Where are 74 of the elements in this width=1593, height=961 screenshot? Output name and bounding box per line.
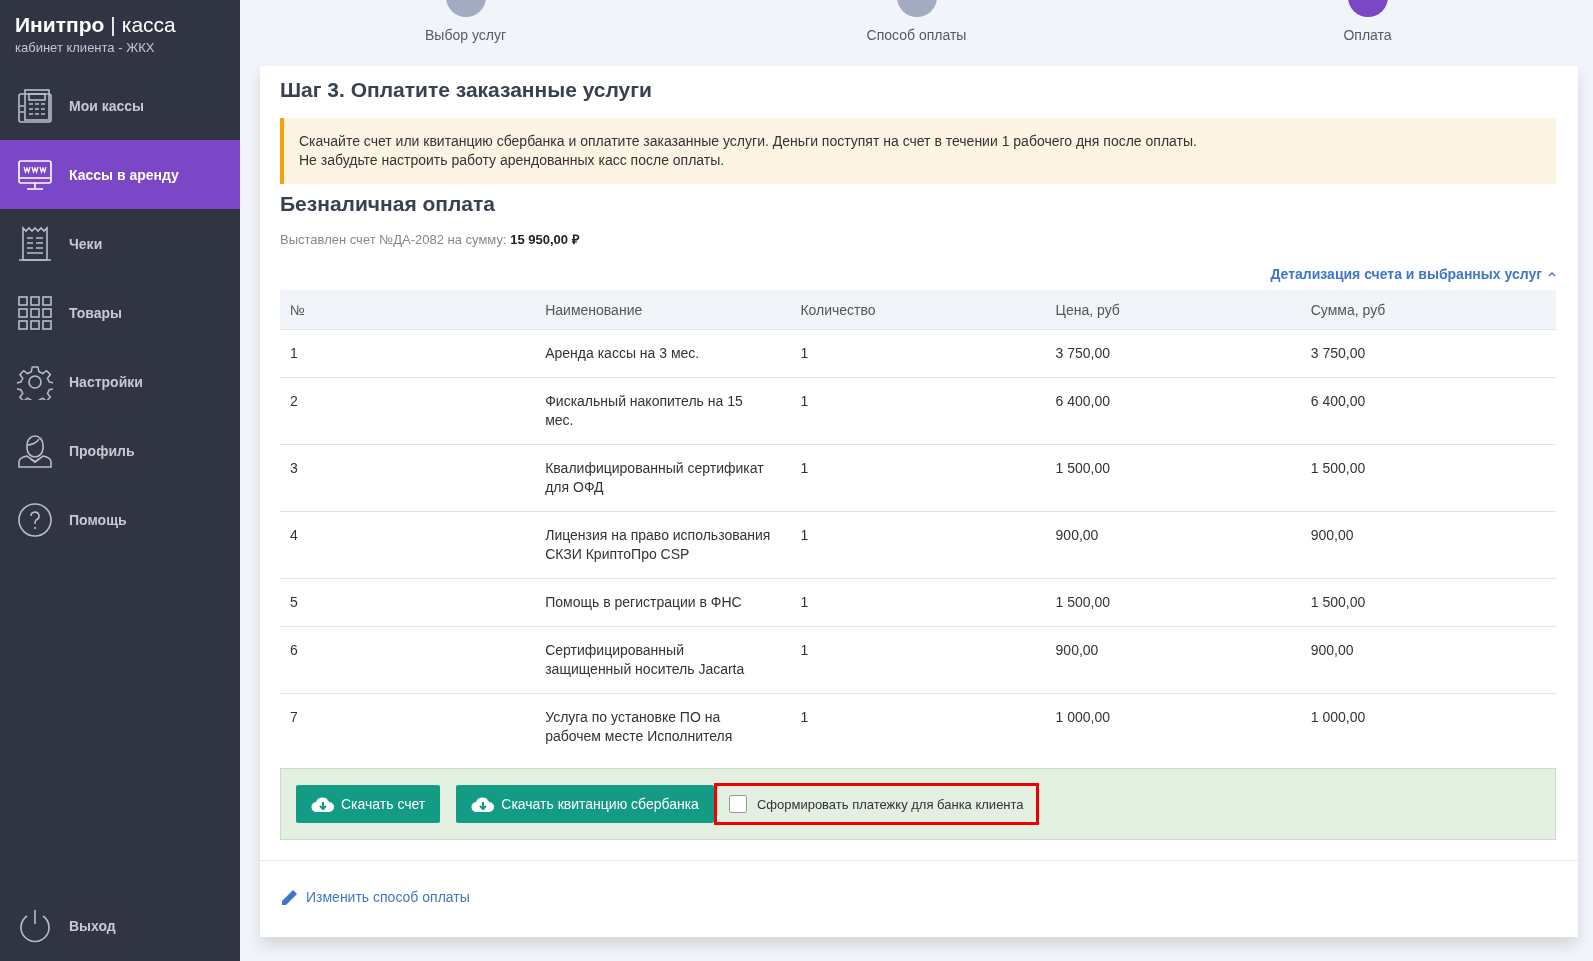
invoice-text: Выставлен счет №ДА-2082 на сумму: 15 950,00 ₽ — [280, 231, 581, 248]
step-label: Выбор услуг — [425, 27, 506, 43]
column-header: Сумма, руб — [1300, 290, 1556, 330]
table-cell: 900,00 — [1045, 511, 1301, 579]
sidebar-item[interactable]: Помощь — [0, 485, 240, 554]
sidebar-item[interactable]: Чеки — [0, 209, 240, 278]
table-cell: 6 400,00 — [1300, 377, 1556, 445]
grid-icon — [17, 294, 53, 331]
table-cell: 6 400,00 — [1045, 377, 1301, 445]
logo-separator: | — [110, 12, 116, 38]
column-header: Количество — [790, 290, 1046, 330]
sidebar-item[interactable]: Настройки — [0, 347, 240, 416]
table-cell: 6 — [280, 626, 536, 694]
info-alert: Скачайте счет или квитанцию сбербанка и оплатите заказанные услуги. Деньги поступят на счет в течении 1 рабочего дня после оплаты. Не забудьте настроить работу арендованных касс после оплаты. — [280, 118, 1556, 184]
power-icon — [17, 908, 53, 944]
table-cell: 3 750,00 — [1045, 329, 1301, 378]
table-cell: 1 000,00 — [1300, 693, 1556, 760]
table-cell: 1 — [790, 377, 1046, 445]
pencil-icon — [280, 887, 300, 907]
step-label: Оплата — [1343, 27, 1392, 43]
table-cell: Аренда кассы на 3 мес. — [535, 329, 791, 378]
cloud-download-icon — [311, 796, 335, 812]
table-cell: Сертифицированный защищенный носитель Jacarta — [535, 626, 791, 694]
logo-subtitle: кабинет клиента - ЖКХ — [15, 40, 156, 55]
table-cell: 1 500,00 — [1300, 578, 1556, 627]
table-cell: 1 — [790, 578, 1046, 627]
checkbox[interactable] — [728, 795, 747, 813]
table-cell: 5 — [280, 578, 536, 627]
table-cell: 1 500,00 — [1045, 578, 1301, 627]
table-cell: 4 — [280, 511, 536, 579]
details-link[interactable]: Детализация счета и выбранных услуг — [1270, 266, 1556, 282]
payment-order-checkbox[interactable]: Сформировать платежку для банка клиента — [713, 783, 1039, 825]
table-cell: 900,00 — [1300, 626, 1556, 694]
table-cell: 1 000,00 — [1045, 693, 1301, 760]
receipt-icon — [17, 225, 53, 262]
table-cell: Помощь в регистрации в ФНС — [535, 578, 791, 627]
table-cell: 900,00 — [1045, 626, 1301, 694]
help-icon — [17, 501, 53, 538]
table-cell: Услуга по установке ПО на рабочем месте Исполнителя — [535, 693, 791, 760]
cloud-download-icon — [471, 796, 496, 812]
sidebar-item[interactable]: Профиль — [0, 416, 240, 485]
table-cell: 7 — [280, 693, 536, 760]
section-title: Безналичная оплата — [280, 192, 496, 216]
sidebar-item[interactable]: Товары — [0, 278, 240, 347]
sidebar-item[interactable]: Мои кассы — [0, 71, 240, 140]
table-cell: 1 — [790, 444, 1046, 512]
chevron-icon — [1548, 271, 1556, 277]
table-cell: Квалифицированный сертификат для ОФД — [535, 444, 791, 512]
column-header: Цена, руб — [1045, 290, 1301, 330]
cash-register-icon — [17, 87, 53, 124]
table-cell: 1 500,00 — [1300, 444, 1556, 512]
page-title: Шаг 3. Оплатите заказанные услуги — [280, 77, 653, 102]
table-cell: 3 750,00 — [1300, 329, 1556, 378]
table-cell: 1 — [790, 693, 1046, 760]
column-header: Наименование — [535, 290, 791, 330]
logo-brand: Инитпро — [15, 12, 105, 38]
table-cell: Лицензия на право использования СКЗИ КриптоПро CSP — [535, 511, 791, 579]
change-payment-link[interactable]: Изменить способ оплаты — [280, 887, 470, 907]
person-icon — [17, 432, 53, 469]
logout-item[interactable]: Выход — [0, 896, 240, 956]
table-cell: Фискальный накопитель на 15 мес. — [535, 377, 791, 445]
table-cell: 3 — [280, 444, 536, 512]
settings-icon — [17, 363, 53, 400]
sidebar-item[interactable]: Кассы в аренду — [0, 140, 240, 209]
table-cell: 1 — [280, 329, 536, 378]
table-cell: 1 — [790, 626, 1046, 694]
table-cell: 1 — [790, 511, 1046, 579]
column-header: № — [280, 290, 536, 330]
table-cell: 1 500,00 — [1045, 444, 1301, 512]
table-cell: 900,00 — [1300, 511, 1556, 579]
table-cell: 2 — [280, 377, 536, 445]
logo-product: касса — [121, 12, 176, 38]
step-label: Способ оплаты — [866, 27, 967, 43]
table-cell: 1 — [790, 329, 1046, 378]
